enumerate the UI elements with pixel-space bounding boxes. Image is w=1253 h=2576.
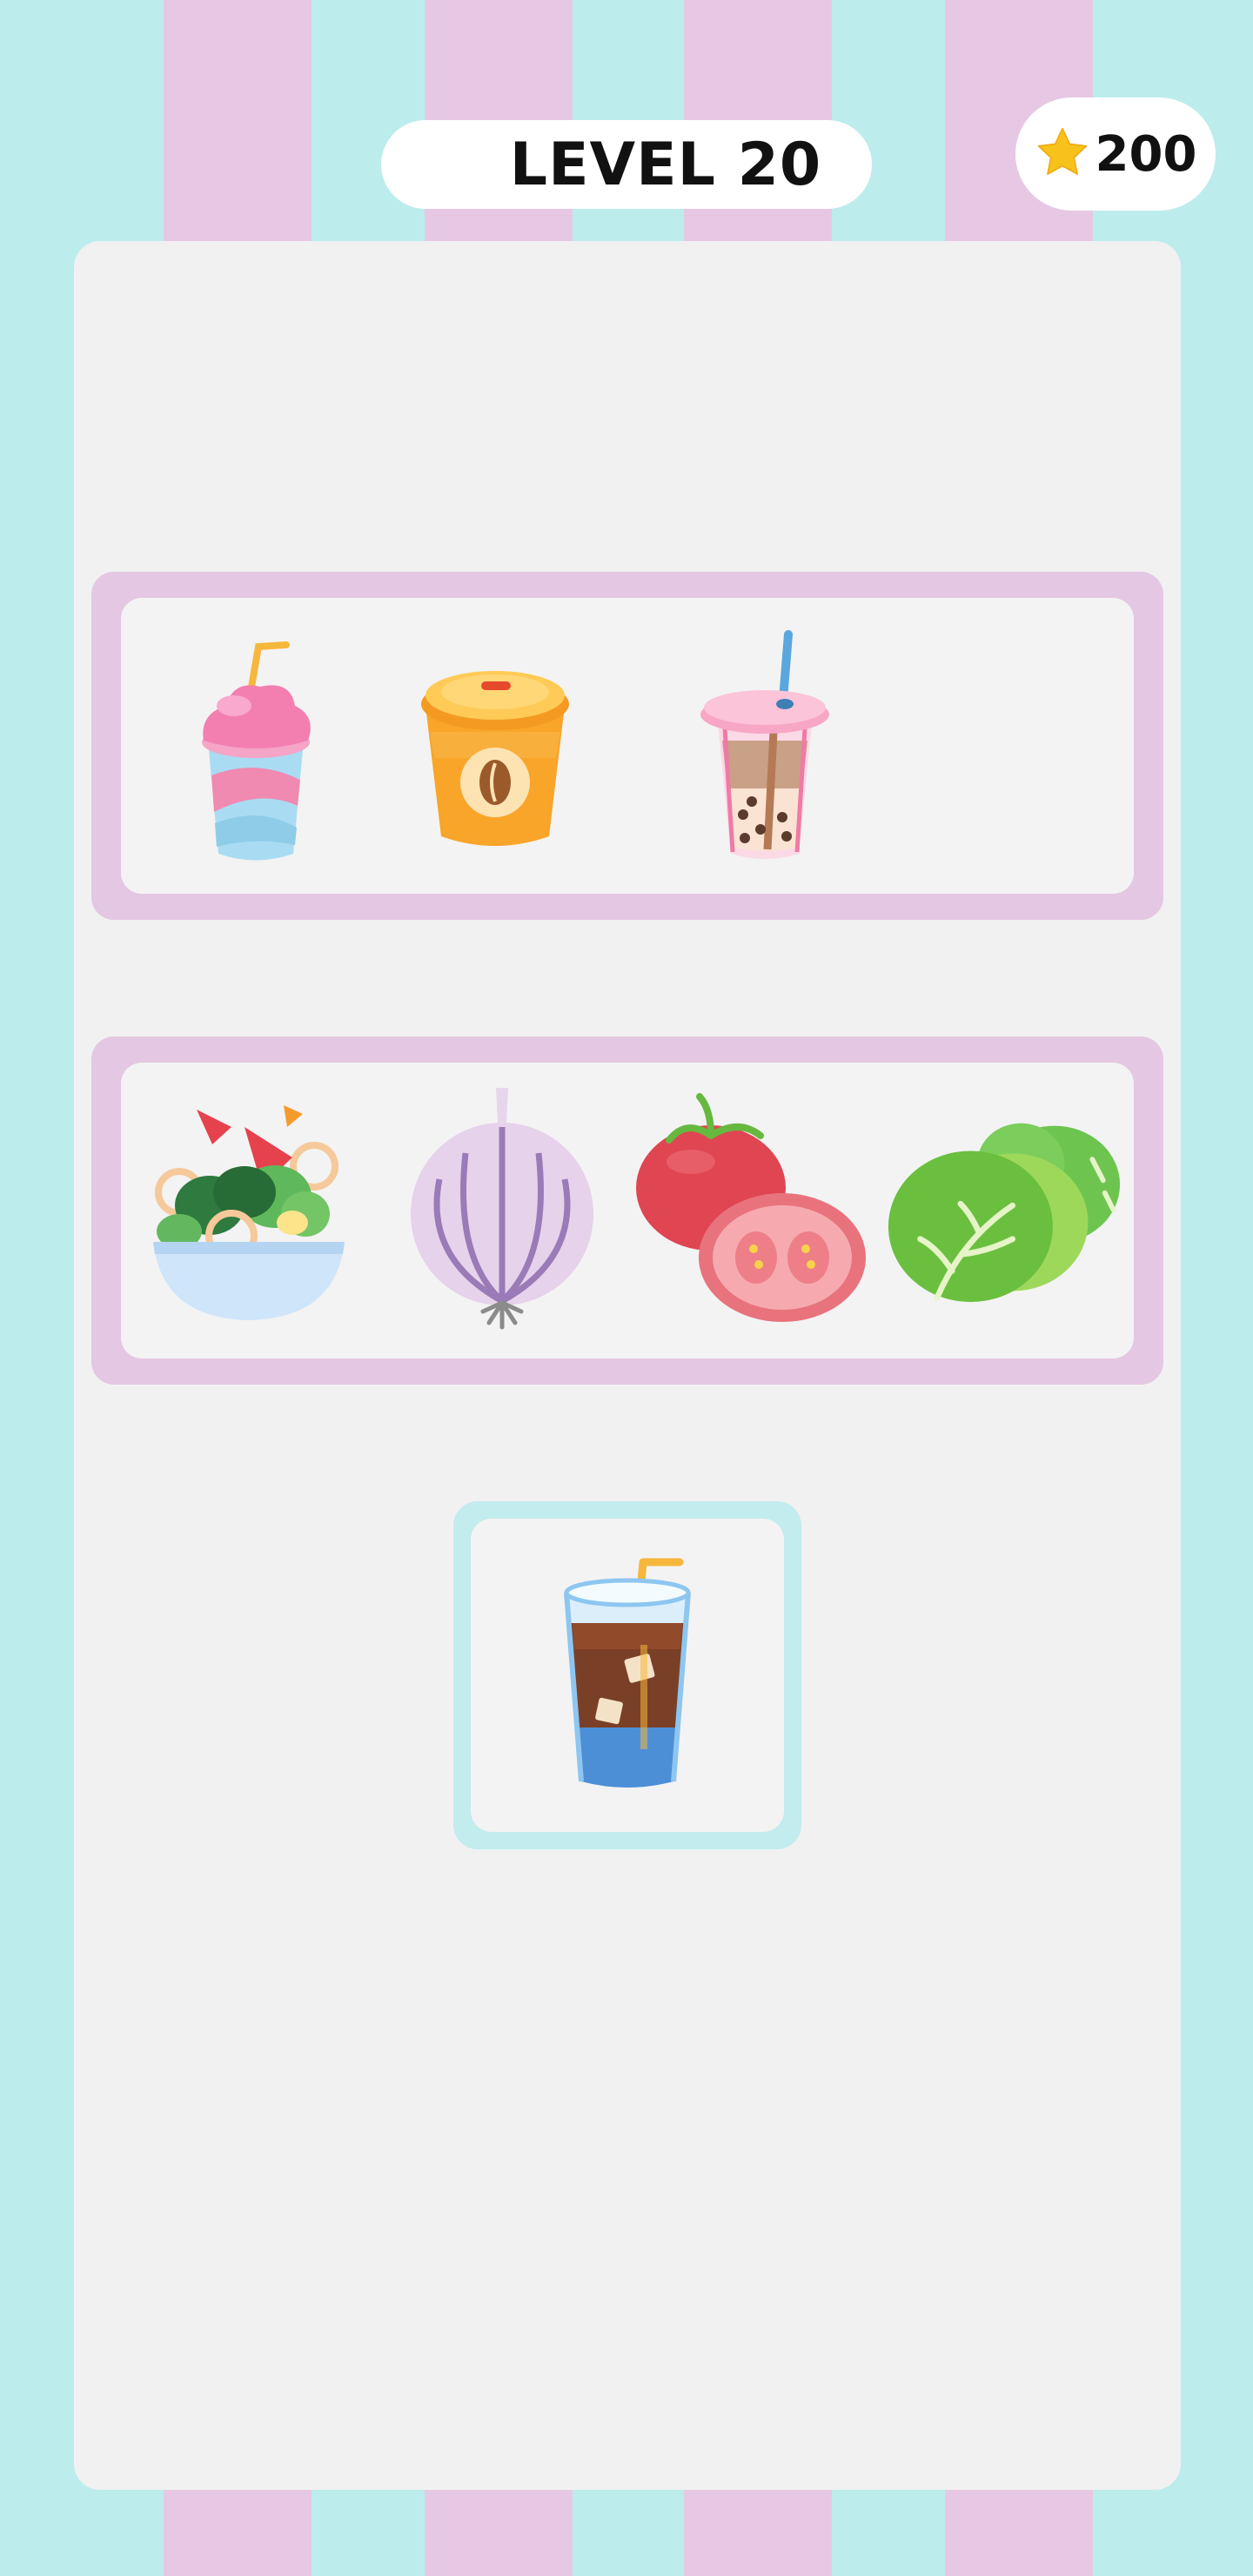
bubble-tea-item[interactable] (647, 605, 882, 885)
score-value: 200 (1095, 125, 1197, 183)
shelf-slots (121, 1063, 1134, 1358)
star-icon (1035, 124, 1090, 184)
shelf-1 (91, 572, 1163, 920)
onion-icon (411, 1088, 593, 1330)
iced-cola-icon (564, 1558, 691, 1788)
tray-slot[interactable] (471, 1519, 784, 1832)
tomato-item[interactable] (634, 1070, 869, 1350)
selection-tray (453, 1501, 801, 1849)
salad-item[interactable] (131, 1070, 366, 1350)
lettuce-icon (888, 1123, 1121, 1303)
onion-item[interactable] (385, 1070, 620, 1350)
milkshake-item[interactable] (138, 605, 373, 885)
salad-bowl-icon (153, 1105, 345, 1320)
shelf-slots (121, 598, 1134, 894)
bubble-tea-icon (700, 630, 829, 859)
level-indicator: LEVEL 20 (381, 120, 872, 209)
tomato-icon (636, 1093, 866, 1322)
lettuce-item[interactable] (887, 1070, 1122, 1350)
milkshake-icon (202, 641, 311, 861)
coffee-cup-item[interactable] (378, 605, 613, 885)
score-badge: 200 (1015, 97, 1216, 211)
coffee-cup-icon (421, 671, 569, 846)
shelf-2 (91, 1036, 1163, 1385)
level-title: LEVEL 20 (509, 130, 822, 199)
